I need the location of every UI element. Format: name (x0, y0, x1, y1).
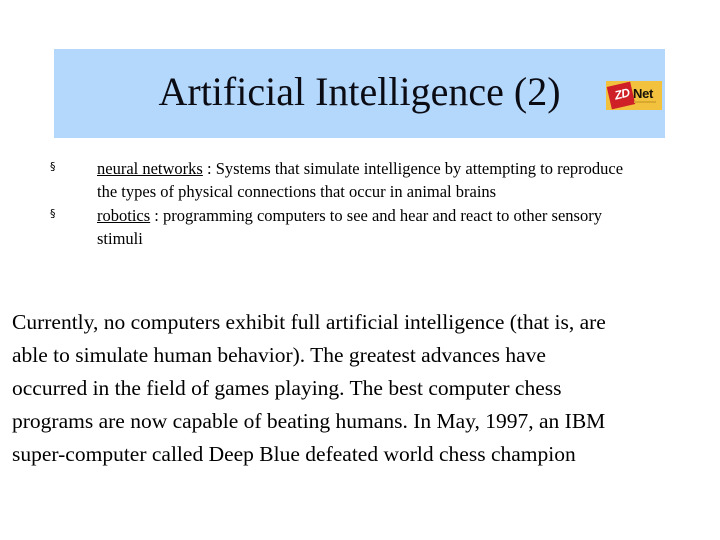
body-line: occurred in the field of games playing. … (12, 376, 562, 400)
term-neural-networks: neural networks (97, 159, 203, 178)
zdnet-underline-rule (634, 101, 656, 103)
zdnet-word-text: Net (633, 86, 654, 101)
bullet-list: § neural networks : Systems that simulat… (0, 157, 720, 250)
bullet-marker-icon: § (50, 207, 56, 220)
zdnet-logo-icon: ZD Net (606, 81, 662, 110)
list-item: § robotics : programming computers to se… (0, 204, 720, 250)
term-robotics: robotics (97, 206, 151, 225)
body-line: Currently, no computers exhibit full art… (12, 310, 606, 334)
body-line: programs are now capable of beating huma… (12, 409, 606, 433)
body-line: super-computer called Deep Blue defeated… (12, 442, 576, 466)
term-separator: : (150, 206, 164, 225)
term-separator: : (202, 159, 216, 178)
definition-robotics: programming computers to see and hear an… (97, 206, 602, 248)
list-item-body: robotics : programming computers to see … (97, 204, 638, 250)
list-item-body: neural networks : Systems that simulate … (97, 157, 638, 203)
body-paragraph: Currently, no computers exhibit full art… (12, 306, 702, 471)
bullet-marker-icon: § (50, 160, 56, 173)
title-row: Artificial Intelligence (2) (54, 49, 665, 138)
list-item: § neural networks : Systems that simulat… (0, 157, 720, 203)
page-title: Artificial Intelligence (2) (158, 68, 561, 114)
title-banner: Artificial Intelligence (2) ZD Net (54, 49, 665, 138)
body-line: able to simulate human behavior). The gr… (12, 343, 546, 367)
